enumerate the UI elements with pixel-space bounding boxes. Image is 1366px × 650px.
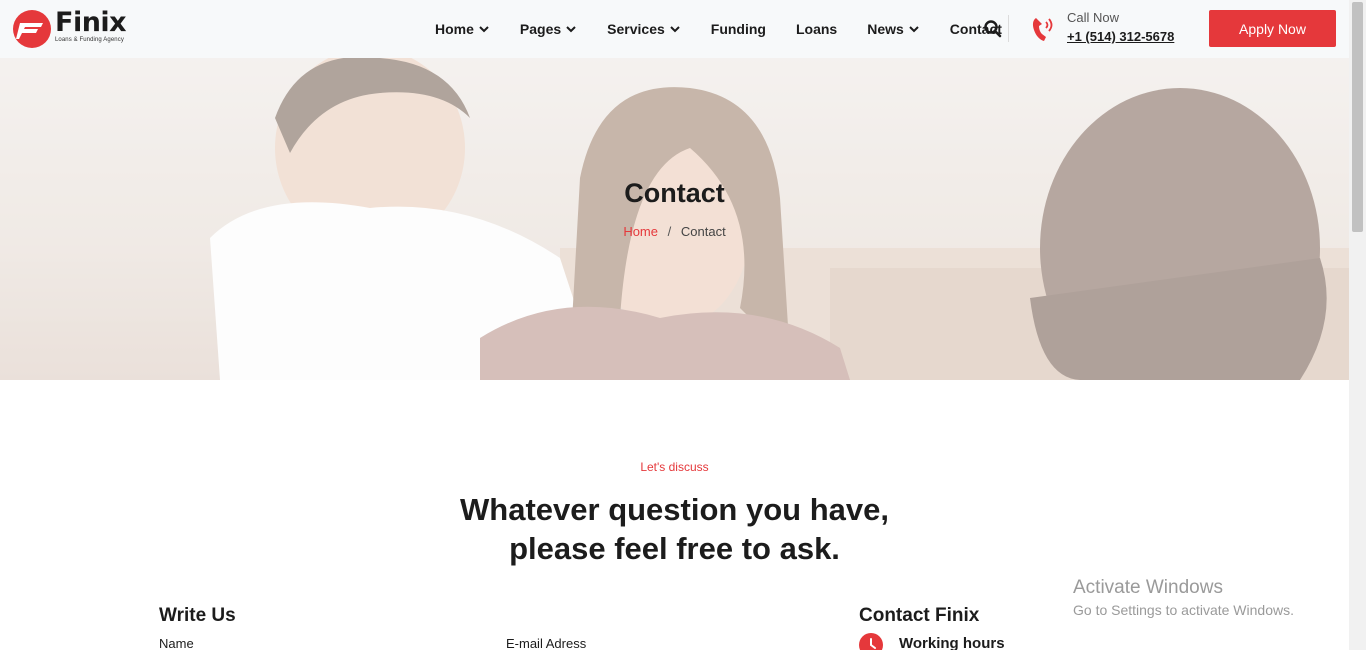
page-title: Contact xyxy=(624,178,725,208)
breadcrumb-home-link[interactable]: Home xyxy=(623,224,658,239)
nav-label: Pages xyxy=(519,21,562,37)
windows-watermark-title: Activate Windows xyxy=(1073,577,1223,598)
nav-item-funding[interactable]: Funding xyxy=(696,21,781,37)
logo-name: Finix xyxy=(55,7,127,38)
name-label: Name xyxy=(159,636,194,650)
chevron-down-icon xyxy=(670,26,680,33)
logo[interactable]: Finix Loans & Funding Agency xyxy=(12,7,127,49)
chevron-down-icon xyxy=(566,26,576,33)
search-icon[interactable] xyxy=(983,19,1003,39)
heading-line-1: Whatever question you have, xyxy=(460,492,889,527)
logo-tagline: Loans & Funding Agency xyxy=(55,37,124,43)
breadcrumb-separator: / xyxy=(667,224,672,239)
nav-label: Home xyxy=(435,21,474,37)
main-nav: Home Pages Services Funding Loans News C… xyxy=(420,0,1017,58)
nav-item-loans[interactable]: Loans xyxy=(781,21,852,37)
call-label: Call Now xyxy=(1067,10,1120,25)
logo-icon xyxy=(13,10,51,48)
nav-label: Funding xyxy=(710,21,766,37)
breadcrumb-current: Contact xyxy=(680,224,726,239)
phone-number-link[interactable]: +1 (514) 312-5678 xyxy=(1067,29,1174,44)
nav-item-news[interactable]: News xyxy=(852,21,935,37)
page-scrollbar[interactable] xyxy=(1349,0,1366,650)
nav-item-services[interactable]: Services xyxy=(592,21,696,37)
heading-line-2: please feel free to ask. xyxy=(509,531,840,566)
header-divider xyxy=(1008,15,1009,42)
nav-item-contact[interactable]: Contact xyxy=(935,21,1017,37)
chevron-down-icon xyxy=(479,26,489,33)
section-heading: Whatever question you have, please feel … xyxy=(0,490,1349,568)
site-header: Finix Loans & Funding Agency Home Pages … xyxy=(0,0,1349,58)
scrollbar-thumb[interactable] xyxy=(1352,2,1363,232)
phone-icon xyxy=(1032,18,1053,41)
section-eyebrow: Let's discuss xyxy=(640,460,709,474)
nav-label: Loans xyxy=(795,21,838,37)
working-hours-label: Working hours xyxy=(899,635,1005,650)
contact-title: Contact Finix xyxy=(859,605,980,626)
form-title: Write Us xyxy=(159,605,236,626)
windows-watermark-subtitle: Go to Settings to activate Windows. xyxy=(1073,602,1294,618)
apply-now-button[interactable]: Apply Now xyxy=(1209,10,1336,47)
email-label: E-mail Adress xyxy=(506,636,587,650)
clock-icon xyxy=(859,633,883,650)
nav-item-pages[interactable]: Pages xyxy=(505,21,592,37)
nav-label: Services xyxy=(607,21,665,37)
nav-label: News xyxy=(867,21,904,37)
nav-item-home[interactable]: Home xyxy=(420,21,505,37)
hero-overlay xyxy=(0,58,1349,380)
page-hero: Contact Home / Contact xyxy=(0,58,1349,380)
breadcrumb: Home / Contact xyxy=(0,224,1349,239)
chevron-down-icon xyxy=(909,26,919,33)
